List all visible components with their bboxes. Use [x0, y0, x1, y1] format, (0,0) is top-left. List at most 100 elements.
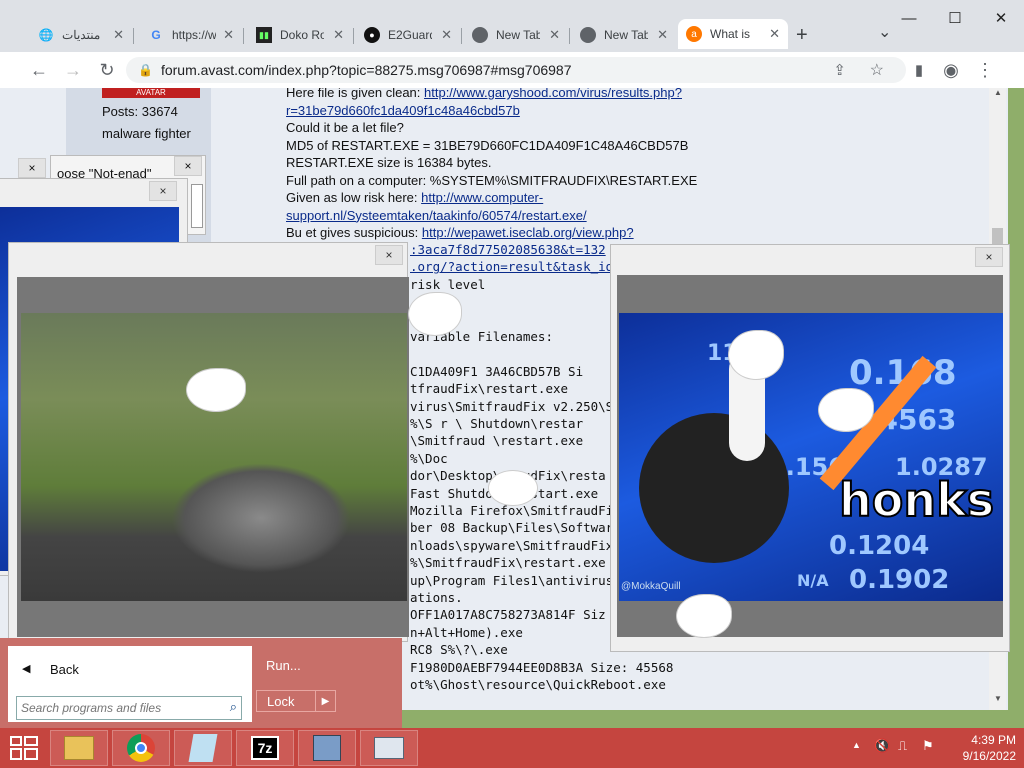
post-overflow-line: C1DA409F1 3A46CBD57B Si — [410, 363, 584, 379]
start-search-input[interactable]: ⌕ — [16, 696, 242, 720]
speaker-muted-icon[interactable]: 🔇 — [874, 738, 890, 754]
tab-muntadayat[interactable]: 🌐 منتديات ✕ — [30, 21, 132, 49]
post-overflow-line: ot%\Ghost\resource\QuickReboot.exe — [410, 677, 666, 692]
post-overflow-line[interactable]: .org/?action=result&task_id=1 — [410, 259, 628, 274]
close-dialog-button[interactable]: × — [375, 245, 403, 265]
chrome-menu-icon[interactable]: ⋮ — [968, 53, 1002, 87]
maximize-icon[interactable]: ☐ — [932, 0, 978, 36]
post-overflow-line: %\S r \ Shutdown\restar — [410, 416, 584, 431]
pigeon-video-window: × — [8, 242, 409, 642]
close-tab-icon[interactable]: ✕ — [109, 27, 124, 43]
tab-new-tab-2[interactable]: New Tab ✕ — [572, 21, 676, 49]
post-overflow-line: RC8 S%\?\.exe — [410, 642, 508, 658]
bookmark-star-icon[interactable]: ☆ — [870, 60, 884, 80]
post-count: Posts: 33674 — [102, 104, 178, 119]
close-dialog-button[interactable]: × — [18, 158, 46, 178]
pigeons-photo — [21, 313, 407, 601]
post-line: Given as low risk here: http://www.compu… — [286, 190, 544, 205]
profile-avatar-icon[interactable]: ◉ — [934, 53, 968, 87]
explorer-icon[interactable] — [50, 730, 108, 766]
sidepanel-icon[interactable]: ▮ — [902, 53, 936, 87]
start-menu-left-pane: ◀ Back ⌕ — [8, 646, 252, 722]
close-tab-icon[interactable]: ✕ — [219, 27, 234, 43]
address-bar[interactable]: 🔒 forum.avast.com/index.php?topic=88275.… — [126, 57, 906, 83]
post-link[interactable]: support.nl/Systeemtaken/taakinfo/60574/r… — [286, 208, 587, 223]
browser-window: 🌐 منتديات ✕ G https://w ✕ ▮▮ Doko Ro ✕ ● E2… — [0, 0, 1024, 88]
close-dialog-button[interactable]: × — [174, 156, 202, 176]
tab-new-tab-1[interactable]: New Tab ✕ — [464, 21, 568, 49]
close-tab-icon[interactable]: ✕ — [437, 27, 452, 43]
clock[interactable]: 4:39 PM 9/16/2022 — [950, 732, 1016, 764]
minimize-icon[interactable]: — — [886, 0, 932, 36]
tab-what-is[interactable]: a What is ✕ — [678, 19, 788, 49]
tab-https[interactable]: G https://w ✕ — [140, 21, 242, 49]
notepad-icon[interactable] — [174, 730, 232, 766]
goose-sprite[interactable] — [676, 594, 732, 638]
close-tab-icon[interactable]: ✕ — [545, 27, 560, 43]
google-icon: G — [151, 28, 161, 42]
tab-e2guard[interactable]: ● E2Guard ✕ — [356, 21, 460, 49]
close-window-icon[interactable]: ✕ — [978, 0, 1024, 36]
post-link[interactable]: http://www.computer- — [421, 190, 543, 205]
post-overflow-line: risk level — [410, 276, 486, 292]
post-line: Bu et gives suspicious: http://wepawet.i… — [286, 225, 634, 240]
post-overflow-line: \Smitfraud \restart.exe — [410, 433, 584, 449]
close-tab-icon[interactable]: ✕ — [765, 26, 780, 42]
reload-icon[interactable]: ↻ — [90, 53, 124, 87]
post-overflow-line: ations. — [410, 590, 463, 605]
member-badge: AVATAR — [102, 88, 200, 98]
post-overflow-line: %\Doc — [410, 450, 448, 466]
goose-sprite[interactable] — [728, 330, 784, 380]
post-overflow-line: tfraudFix\restart.exe — [410, 381, 569, 397]
7zip-icon[interactable]: 7z — [236, 730, 294, 766]
start-search-field[interactable] — [21, 698, 217, 718]
honks-window-right: × 0.168 11563 14563 0.156 1.0287 honks 0… — [610, 244, 1010, 652]
post-line: r=31be79d660fc1da409f1c48a46cbd57b — [286, 103, 520, 118]
goose-body — [639, 413, 789, 563]
close-dialog-button[interactable]: × — [975, 247, 1003, 267]
lock-options-arrow-icon[interactable]: ▶ — [315, 691, 335, 711]
post-overflow-line: F1980D0AEBF7944EE0D8B3A Size: 45568 — [410, 659, 674, 675]
run-button[interactable]: Run... — [266, 658, 301, 673]
chrome-icon[interactable] — [112, 730, 170, 766]
back-triangle-icon: ◀ — [22, 663, 31, 675]
tab-doko[interactable]: ▮▮ Doko Ro ✕ — [248, 21, 352, 49]
tab-strip: 🌐 منتديات ✕ G https://w ✕ ▮▮ Doko Ro ✕ ● E2… — [0, 0, 1024, 49]
close-dialog-button[interactable]: × — [149, 181, 177, 201]
goose-sprite[interactable] — [818, 388, 874, 432]
post-overflow-line: %\SmitfraudFix\restart.exe — [410, 555, 606, 571]
share-icon[interactable]: ⇪ — [833, 61, 846, 79]
goose-sprite[interactable] — [488, 470, 538, 506]
post-overflow-line: virus\SmitfraudFix v2.250\Sm — [410, 398, 621, 414]
close-tab-icon[interactable]: ✕ — [329, 27, 344, 43]
post-overflow-line: ber 08 Backup\Files\Software\S — [410, 520, 636, 536]
avast-icon: a — [686, 26, 702, 42]
doko-icon: ▮▮ — [256, 27, 272, 43]
goose-sprite[interactable] — [408, 292, 462, 336]
post-link[interactable]: r=31be79d660fc1da409f1c48a46cbd57b — [286, 103, 520, 118]
post-link[interactable]: http://www.garyshood.com/virus/results.p… — [424, 88, 682, 100]
close-tab-icon[interactable]: ✕ — [653, 27, 668, 43]
new-tab-button[interactable]: + — [796, 24, 808, 47]
post-line: RESTART.EXE size is 16384 bytes. — [286, 155, 492, 170]
start-menu: ◀ Back ⌕ Run... Lock ▶ — [0, 638, 402, 728]
post-overflow-line: nloads\spyware\SmitfraudFix\r — [410, 537, 629, 553]
forward-arrow-icon[interactable]: → — [56, 53, 90, 87]
member-rank: malware fighter — [102, 126, 191, 141]
windows-start-icon[interactable] — [10, 736, 38, 760]
network-setup-icon[interactable] — [298, 730, 356, 766]
browser-toolbar: ← → ↻ 🔒 forum.avast.com/index.php?topic=… — [0, 52, 1024, 88]
back-button[interactable]: Back — [50, 662, 79, 677]
post-line: support.nl/Systeemtaken/taakinfo/60574/r… — [286, 208, 587, 223]
goose-sprite[interactable] — [186, 368, 246, 412]
chrome-icon — [472, 27, 488, 43]
remote-desktop-icon[interactable] — [360, 730, 418, 766]
lock-button[interactable]: Lock ▶ — [256, 690, 336, 712]
post-overflow-line[interactable]: :3aca7f8d77502085638&t=132 — [410, 242, 606, 257]
post-link[interactable]: http://wepawet.iseclab.org/view.php? — [422, 225, 634, 240]
post-overflow-line: OFF1A017A8C758273A814F Siz — [410, 607, 606, 623]
show-hidden-icons-icon[interactable]: ▲ — [852, 740, 861, 750]
action-center-flag-icon[interactable]: ⚑ — [922, 738, 934, 754]
back-arrow-icon[interactable]: ← — [22, 53, 56, 87]
network-icon[interactable]: ⎍ — [898, 738, 907, 754]
